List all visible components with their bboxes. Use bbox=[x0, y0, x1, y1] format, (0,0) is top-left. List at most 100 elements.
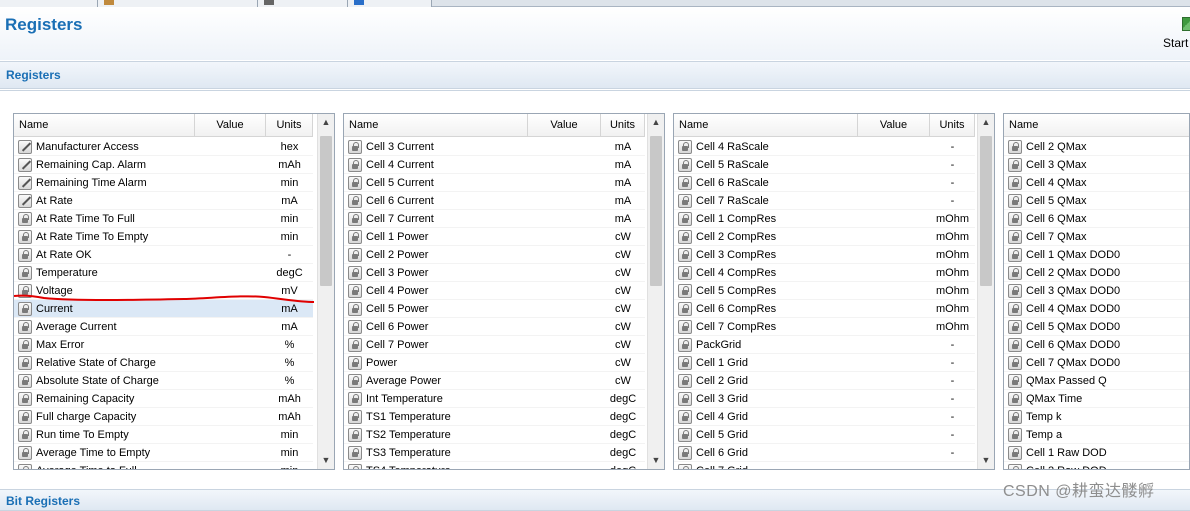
table-row[interactable]: Cell 1 QMax DOD0 bbox=[1004, 246, 1189, 264]
column-header-name[interactable]: Name bbox=[674, 114, 858, 137]
table-row[interactable]: Cell 4 CompRes mOhm bbox=[674, 264, 975, 282]
register-value[interactable] bbox=[858, 282, 930, 300]
table-row[interactable]: Cell 5 Grid - bbox=[674, 426, 975, 444]
scroll-up-icon[interactable]: ▲ bbox=[978, 114, 994, 131]
table-row[interactable]: At Rate Time To Full min bbox=[14, 210, 313, 228]
register-value[interactable] bbox=[528, 462, 601, 469]
register-value[interactable] bbox=[858, 174, 930, 192]
register-value[interactable] bbox=[195, 354, 266, 372]
table-row[interactable]: Temp a bbox=[1004, 426, 1189, 444]
register-value[interactable] bbox=[528, 210, 601, 228]
table-row[interactable]: Cell 7 Power cW bbox=[344, 336, 645, 354]
table-row[interactable]: QMax Time bbox=[1004, 390, 1189, 408]
register-value[interactable] bbox=[195, 264, 266, 282]
tab-4[interactable] bbox=[348, 0, 432, 7]
register-value[interactable] bbox=[528, 264, 601, 282]
register-value[interactable] bbox=[195, 246, 266, 264]
register-value[interactable] bbox=[858, 390, 930, 408]
register-value[interactable] bbox=[858, 156, 930, 174]
register-value[interactable] bbox=[528, 300, 601, 318]
register-value[interactable] bbox=[528, 228, 601, 246]
register-value[interactable] bbox=[195, 390, 266, 408]
table-row[interactable]: Remaining Cap. Alarm mAh bbox=[14, 156, 313, 174]
table-row[interactable]: Cell 5 CompRes mOhm bbox=[674, 282, 975, 300]
table-row[interactable]: Average Time to Empty min bbox=[14, 444, 313, 462]
column-header-value[interactable]: Value bbox=[195, 114, 266, 137]
scroll-down-icon[interactable]: ▼ bbox=[318, 452, 334, 469]
table-row[interactable]: Cell 4 Grid - bbox=[674, 408, 975, 426]
table-row[interactable]: Cell 2 Raw DOD bbox=[1004, 462, 1189, 469]
table-row[interactable]: Cell 6 CompRes mOhm bbox=[674, 300, 975, 318]
table-row[interactable]: Full charge Capacity mAh bbox=[14, 408, 313, 426]
register-value[interactable] bbox=[528, 192, 601, 210]
register-value[interactable] bbox=[528, 408, 601, 426]
table-row[interactable]: Cell 5 QMax bbox=[1004, 192, 1189, 210]
register-value[interactable] bbox=[528, 156, 601, 174]
column-header-units[interactable]: Units bbox=[601, 114, 645, 137]
register-value[interactable] bbox=[528, 318, 601, 336]
table-row[interactable]: At Rate mA bbox=[14, 192, 313, 210]
table-row[interactable]: Cell 7 CompRes mOhm bbox=[674, 318, 975, 336]
column-header-name[interactable]: Name bbox=[1004, 114, 1189, 137]
register-value[interactable] bbox=[528, 336, 601, 354]
column-header-name[interactable]: Name bbox=[344, 114, 528, 137]
register-value[interactable] bbox=[858, 354, 930, 372]
table-row[interactable]: Cell 1 Grid - bbox=[674, 354, 975, 372]
table-row[interactable]: Max Error% bbox=[14, 336, 313, 354]
register-value[interactable] bbox=[195, 156, 266, 174]
table-row[interactable]: Relative State of Charge% bbox=[14, 354, 313, 372]
scroll-up-icon[interactable]: ▲ bbox=[318, 114, 334, 131]
vertical-scrollbar[interactable]: ▲ ▼ bbox=[977, 114, 994, 469]
table-row[interactable]: TS1 Temperature degC bbox=[344, 408, 645, 426]
register-value[interactable] bbox=[195, 174, 266, 192]
table-row[interactable]: Cell 3 Current mA bbox=[344, 138, 645, 156]
register-value[interactable] bbox=[858, 210, 930, 228]
table-row[interactable]: Cell 4 Power cW bbox=[344, 282, 645, 300]
table-row[interactable]: Cell 4 QMax DOD0 bbox=[1004, 300, 1189, 318]
scroll-thumb[interactable] bbox=[320, 136, 332, 286]
register-value[interactable] bbox=[528, 174, 601, 192]
register-value[interactable] bbox=[195, 210, 266, 228]
table-row[interactable]: Cell 6 Power cW bbox=[344, 318, 645, 336]
table-row[interactable]: Cell 6 RaScale - bbox=[674, 174, 975, 192]
register-value[interactable] bbox=[528, 426, 601, 444]
table-row[interactable]: PackGrid - bbox=[674, 336, 975, 354]
table-row[interactable]: Cell 2 QMax bbox=[1004, 138, 1189, 156]
table-row[interactable]: Temperature degC bbox=[14, 264, 313, 282]
register-value[interactable] bbox=[528, 372, 601, 390]
tab-registers[interactable] bbox=[0, 0, 98, 7]
table-row[interactable]: Cell 6 Current mA bbox=[344, 192, 645, 210]
start-button[interactable]: Start bbox=[1160, 17, 1190, 57]
register-value[interactable] bbox=[528, 354, 601, 372]
register-value[interactable] bbox=[858, 444, 930, 462]
table-row[interactable]: Remaining Time Alarm min bbox=[14, 174, 313, 192]
table-row[interactable]: Cell 6 QMax bbox=[1004, 210, 1189, 228]
table-row[interactable]: Manufacturer Access hex bbox=[14, 138, 313, 156]
table-row[interactable]: Cell 4 QMax bbox=[1004, 174, 1189, 192]
table-row[interactable]: Cell 6 QMax DOD0 bbox=[1004, 336, 1189, 354]
register-value[interactable] bbox=[858, 426, 930, 444]
table-row[interactable]: Power cW bbox=[344, 354, 645, 372]
table-row[interactable]: Cell 4 RaScale - bbox=[674, 138, 975, 156]
table-row[interactable]: Cell 3 QMax DOD0 bbox=[1004, 282, 1189, 300]
scroll-up-icon[interactable]: ▲ bbox=[648, 114, 664, 131]
register-value[interactable] bbox=[528, 246, 601, 264]
vertical-scrollbar[interactable]: ▲ ▼ bbox=[317, 114, 334, 469]
tab-2[interactable] bbox=[98, 0, 258, 7]
table-row[interactable]: Temp k bbox=[1004, 408, 1189, 426]
table-row[interactable]: Cell 1 CompRes mOhm bbox=[674, 210, 975, 228]
table-row[interactable]: Remaining Capacity mAh bbox=[14, 390, 313, 408]
table-row[interactable]: Cell 7 Current mA bbox=[344, 210, 645, 228]
register-value[interactable] bbox=[195, 444, 266, 462]
register-value[interactable] bbox=[858, 246, 930, 264]
table-row[interactable]: Cell 3 Grid - bbox=[674, 390, 975, 408]
registers-section-header[interactable]: Registers bbox=[0, 61, 1190, 89]
table-row[interactable]: At Rate Time To Empty min bbox=[14, 228, 313, 246]
table-row[interactable]: Cell 2 Power cW bbox=[344, 246, 645, 264]
table-row[interactable]: Cell 3 CompRes mOhm bbox=[674, 246, 975, 264]
table-row[interactable]: Cell 2 Grid - bbox=[674, 372, 975, 390]
table-row[interactable]: Cell 4 Current mA bbox=[344, 156, 645, 174]
table-row[interactable]: Cell 2 QMax DOD0 bbox=[1004, 264, 1189, 282]
register-value[interactable] bbox=[528, 282, 601, 300]
table-row[interactable]: Cell 3 QMax bbox=[1004, 156, 1189, 174]
